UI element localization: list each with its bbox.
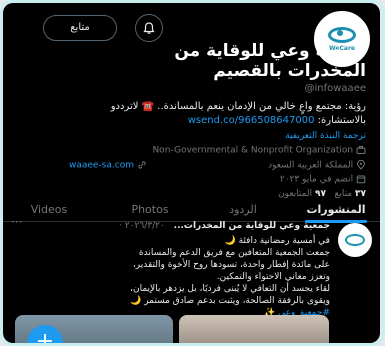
profile-screen: متابع WeCare جمعية وعي للوقاية من المخدر…: [3, 3, 380, 343]
bio-line2: بالاستشارة: wsend.co/966508647000: [3, 115, 366, 126]
post-text-line4: وتعزز معاني الاحتواء والتمكين.: [216, 272, 330, 282]
category-text: Non-Governmental & Nonprofit Organizatio…: [152, 145, 354, 156]
link-icon: [138, 161, 146, 169]
post-text-line3: على مائدة إفطار واحدة، تسودها روح الأخوة…: [132, 260, 330, 270]
calendar-icon: [356, 175, 366, 184]
following-count: ٣٧: [355, 189, 366, 199]
following-label: متابع: [334, 189, 353, 199]
post-media-image-2[interactable]: [179, 315, 329, 343]
location-text: المملكة العربية السعود: [268, 160, 354, 171]
bell-plus-icon: [143, 22, 155, 34]
tab-replies[interactable]: الردود: [213, 199, 273, 221]
profile-name-line1: جمعية وعي للوقاية من: [174, 41, 366, 61]
profile-tabs: Videos Photos الردود المنشورات: [3, 199, 380, 223]
follow-stats: ٣٧ متابع ٩٧ المتابعون: [278, 189, 366, 199]
post-text-line2: جمعت الجمعية المتعافين مع فريق الدعم وال…: [138, 248, 330, 258]
post-date: ٢٠٢٦/٣/٢٠ ·: [119, 221, 165, 231]
website-link[interactable]: waaee-sa.com: [69, 161, 134, 171]
notifications-bell-button[interactable]: [135, 14, 163, 42]
tab-photos[interactable]: Photos: [107, 199, 193, 221]
post-header: جمعية وعي للوقاية من المخدرات... ٢٠٢٦/٣/…: [119, 221, 330, 231]
post-author-name[interactable]: جمعية وعي للوقاية من المخدرات...: [174, 221, 330, 231]
profile-name: جمعية وعي للوقاية من المخدرات بالقصيم: [66, 41, 366, 81]
post-text-line5: لقاء يجسد أن التعافي لا يُبنى فرديًا، بل…: [130, 284, 330, 294]
website-row[interactable]: waaee-sa.com: [69, 160, 147, 171]
following-stat[interactable]: ٣٧ متابع: [335, 189, 366, 199]
joined-row: انضم في مايو ٢٠٢٣: [280, 174, 366, 185]
bio-line1: رؤية: مجتمع واعٍ خالي من الإدمان ينعم با…: [110, 101, 366, 112]
post-text-line1: في أمسية رمضانية دافئة 🌙: [224, 236, 330, 246]
post-text-line6: ويقوى بالرفقة الصالحة، ويثبت بدعم صادق م…: [130, 296, 330, 306]
post-author-avatar[interactable]: [338, 223, 372, 257]
bio-prefix: بالاستشارة:: [314, 115, 366, 126]
location-pin-icon: [356, 160, 366, 170]
joined-text: انضم في مايو ٢٠٢٣: [279, 174, 354, 185]
tab-posts[interactable]: المنشورات: [295, 199, 377, 223]
follow-button[interactable]: متابع: [43, 15, 117, 41]
followers-label: المتابعون: [278, 189, 313, 199]
category-row: Non-Governmental & Nonprofit Organizatio…: [152, 145, 366, 156]
bio-link[interactable]: wsend.co/966508647000: [188, 115, 315, 126]
profile-handle: @infowaaee: [304, 83, 367, 94]
tab-videos[interactable]: Videos: [17, 199, 81, 221]
profile-name-line2: المخدرات بالقصيم: [213, 61, 366, 81]
location-row: المملكة العربية السعود: [268, 160, 366, 171]
more-options-icon[interactable]: ···: [11, 215, 22, 229]
translate-bio-link[interactable]: ترجمة النبذة التعريفية: [285, 131, 366, 141]
briefcase-icon: [356, 146, 366, 154]
followers-count: ٩٧: [314, 189, 326, 199]
logo-eye-icon: [345, 234, 365, 246]
followers-stat[interactable]: ٩٧ المتابعون: [278, 189, 326, 199]
